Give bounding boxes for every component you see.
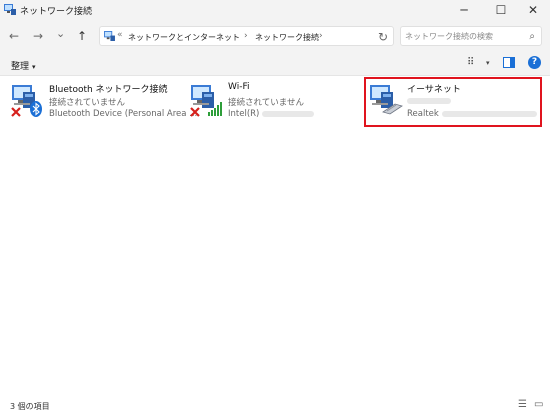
forward-button[interactable]: → (33, 29, 43, 43)
connection-status: 接続されていません (49, 98, 125, 108)
device-name-text: Intel(R) (228, 109, 260, 119)
chevron-down-icon: ▾ (32, 63, 36, 71)
item-count: 3 個の項目 (10, 402, 50, 411)
signal-bars-icon (208, 102, 222, 116)
organize-button[interactable]: 整理 ▾ (11, 59, 36, 72)
redacted-text (262, 110, 315, 117)
change-view-button[interactable]: ⠿ (467, 57, 474, 68)
back-button[interactable]: ← (9, 29, 19, 43)
up-button[interactable]: ↑ (77, 29, 87, 43)
breadcrumb-separator[interactable]: › (244, 31, 248, 41)
connection-item-bluetooth[interactable]: Bluetooth ネットワーク接続 接続されていません Bluetooth D… (10, 80, 197, 124)
organize-label: 整理 (11, 62, 30, 72)
disconnected-x-icon (11, 107, 21, 117)
device-name: Bluetooth Device (Personal Area ... (49, 109, 198, 119)
address-bar[interactable]: « ネットワークとインターネット › ネットワーク接続 › (99, 26, 394, 46)
preview-pane-icon[interactable] (503, 57, 515, 68)
disconnected-x-icon (190, 107, 200, 117)
search-icon[interactable]: ⌕ (529, 31, 535, 42)
connection-status: 接続されていません (228, 98, 304, 108)
chevron-down-icon[interactable]: ▾ (486, 59, 490, 67)
help-button[interactable]: ? (528, 56, 541, 69)
search-input[interactable] (405, 30, 517, 42)
minimize-button[interactable]: ─ (447, 0, 481, 20)
title-bar: ネットワーク接続 ─ ☐ ✕ (0, 0, 550, 20)
recent-locations-button[interactable]: ⌄ (56, 27, 65, 40)
hidden-breadcrumbs-button[interactable]: « (117, 30, 123, 40)
highlight-box (364, 77, 542, 127)
command-bar: 整理 ▾ ⠿ ▾ ? (0, 52, 550, 76)
network-connections-icon (104, 31, 115, 41)
device-name: Intel(R) (228, 109, 315, 119)
connection-item-wifi[interactable]: Wi-Fi 接続されていません Intel(R) (189, 80, 359, 124)
details-view-button[interactable]: ☰ (518, 399, 527, 410)
connection-name: Bluetooth ネットワーク接続 (49, 85, 168, 95)
bluetooth-icon (30, 101, 42, 117)
status-bar: 3 個の項目 ☰ ▭ (0, 399, 550, 413)
breadcrumb-network-connections[interactable]: ネットワーク接続 (255, 32, 319, 43)
window-title: ネットワーク接続 (20, 7, 93, 17)
breadcrumb-network-internet[interactable]: ネットワークとインターネット (128, 32, 240, 43)
maximize-button[interactable]: ☐ (484, 0, 518, 20)
tiles-view-button[interactable]: ▭ (534, 399, 543, 410)
close-button[interactable]: ✕ (516, 0, 550, 20)
connection-name: Wi-Fi (228, 82, 250, 92)
search-box[interactable]: ⌕ (400, 26, 542, 46)
refresh-button[interactable]: ↻ (378, 30, 388, 44)
network-connections-icon (4, 4, 16, 15)
breadcrumb-separator[interactable]: › (319, 31, 323, 41)
